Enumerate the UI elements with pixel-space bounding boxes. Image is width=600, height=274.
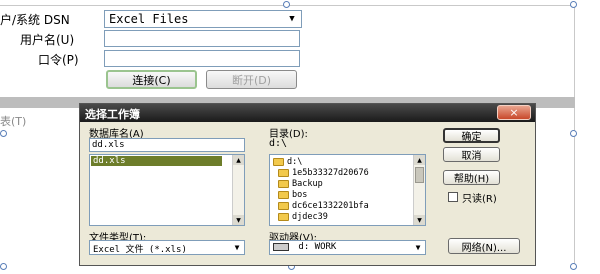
resize-handle[interactable] (0, 263, 7, 270)
help-button[interactable]: 帮助(H) (443, 170, 500, 185)
network-button[interactable]: 网络(N)... (448, 238, 520, 254)
resize-handle[interactable] (570, 1, 577, 8)
list-item[interactable]: djdec39 (278, 211, 328, 222)
scrollbar[interactable]: ▲ ▼ (232, 155, 244, 225)
dialog-title: 选择工作簿 (85, 108, 140, 121)
select-workbook-dialog: 选择工作簿 × 数据库名(A) dd.xls dd.xls ▲ ▼ 目录(D):… (79, 103, 536, 266)
drive-select[interactable]: d: WORK ▼ (269, 240, 426, 255)
chevron-down-icon[interactable]: ▼ (230, 241, 244, 254)
scroll-down-icon[interactable]: ▼ (414, 215, 425, 225)
scroll-up-icon[interactable]: ▲ (414, 155, 425, 165)
open-folder-icon (273, 157, 284, 166)
username-label: 用户名(U) (20, 33, 75, 47)
directory-tree[interactable]: d:\ 1e5b33327d20676 Backup bos dc6ce1332… (269, 154, 426, 226)
connect-button[interactable]: 连接(C) (106, 70, 197, 89)
disconnect-button[interactable]: 断开(D) (206, 70, 297, 89)
drive-value: d: WORK (298, 242, 337, 252)
dsn-select[interactable]: Excel Files ▼ (104, 10, 302, 28)
username-field[interactable] (104, 30, 300, 47)
resize-handle[interactable] (0, 130, 7, 137)
folder-icon (278, 179, 289, 188)
filetype-select[interactable]: Excel 文件 (*.xls) ▼ (89, 240, 245, 255)
filetype-value: Excel 文件 (*.xls) (93, 245, 187, 255)
cancel-button[interactable]: 取消 (443, 147, 500, 162)
folder-icon (278, 190, 289, 199)
list-item[interactable]: bos (278, 189, 307, 200)
chevron-down-icon[interactable]: ▼ (283, 11, 301, 27)
db-file-list[interactable]: dd.xls ▲ ▼ (89, 154, 245, 226)
scrollbar[interactable]: ▲ ▼ (413, 155, 425, 225)
folder-icon (278, 201, 289, 210)
close-icon: × (509, 106, 519, 119)
chevron-down-icon[interactable]: ▼ (411, 241, 425, 254)
list-item[interactable]: 1e5b33327d20676 (278, 167, 369, 178)
dsn-value: Excel Files (109, 12, 189, 26)
ok-button[interactable]: 确定 (443, 128, 500, 143)
db-name-input[interactable]: dd.xls (89, 138, 245, 152)
readonly-label: 只读(R) (462, 194, 497, 205)
password-field[interactable] (104, 50, 300, 67)
scroll-down-icon[interactable]: ▼ (233, 215, 244, 225)
resize-handle[interactable] (570, 130, 577, 137)
scroll-thumb[interactable] (415, 167, 424, 183)
dialog-titlebar[interactable]: 选择工作簿 × (80, 104, 535, 122)
list-item[interactable]: dc6ce1332201bfa (278, 200, 369, 211)
table-label: 表(T) (0, 115, 27, 128)
drive-icon (273, 242, 289, 251)
resize-handle[interactable] (570, 263, 577, 270)
list-item[interactable]: dd.xls (91, 156, 222, 166)
dsn-label: 户/系统 DSN (0, 13, 70, 27)
close-button[interactable]: × (497, 105, 531, 120)
password-label: 口令(P) (38, 53, 79, 67)
scroll-up-icon[interactable]: ▲ (233, 155, 244, 165)
folder-icon (278, 168, 289, 177)
resize-handle[interactable] (283, 1, 290, 8)
folder-icon (278, 212, 289, 221)
list-item[interactable]: d:\ (273, 156, 302, 167)
list-item[interactable]: Backup (278, 178, 323, 189)
readonly-checkbox[interactable] (448, 192, 458, 202)
directory-path: d:\ (269, 138, 288, 149)
